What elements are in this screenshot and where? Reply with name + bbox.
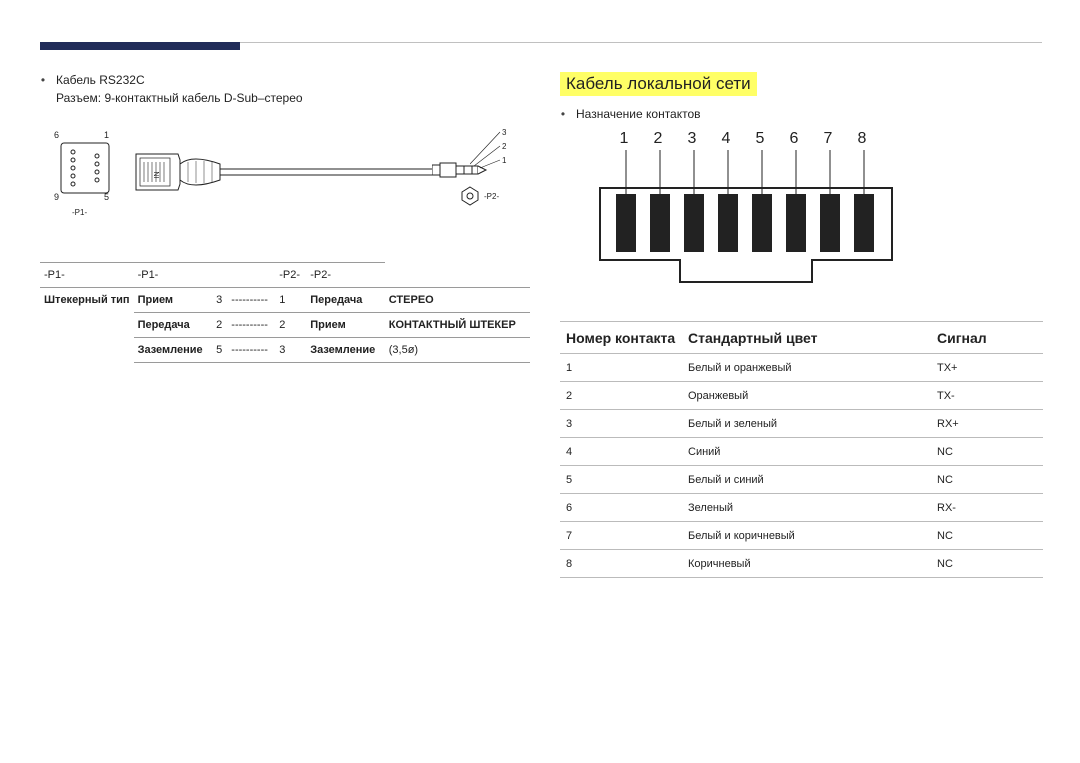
lan-cell: 2 — [560, 382, 682, 410]
jack-leader-lines-icon — [470, 130, 504, 170]
rs232-table: -P1- -P1- -P2- -P2- Штекерный тип Прием … — [40, 262, 530, 363]
lan-th-signal: Сигнал — [931, 322, 1043, 354]
lan-cell: NC — [931, 438, 1043, 466]
in-connector-icon: IN — [134, 152, 182, 192]
lan-cell: 7 — [560, 522, 682, 550]
lan-title: Кабель локальной сети — [560, 72, 757, 96]
lan-cell: Белый и оранжевый — [682, 354, 931, 382]
rs-cell: 3 — [212, 288, 227, 313]
rj-num: 3 — [675, 130, 709, 148]
rj-num: 4 — [709, 130, 743, 148]
rs-rowspan: Штекерный тип — [40, 288, 134, 363]
lan-row: 5Белый и синийNC — [560, 466, 1043, 494]
rs-cell: 2 — [212, 313, 227, 338]
rj45-icon — [576, 150, 916, 300]
rs-th-3 — [212, 263, 227, 288]
lan-cell: 5 — [560, 466, 682, 494]
rj-num: 6 — [777, 130, 811, 148]
p1-label-left: -P1- — [72, 208, 87, 217]
rs-cell: 5 — [212, 338, 227, 363]
bullet-dot-icon: • — [560, 106, 566, 122]
header-accent — [40, 42, 240, 50]
dsub-pin-1-label: 1 — [104, 130, 109, 140]
rs-row: Штекерный тип Прием 3 ---------- 1 Перед… — [40, 288, 530, 313]
lan-cell: NC — [931, 550, 1043, 578]
svg-text:IN: IN — [154, 172, 161, 179]
lan-th-color: Стандартный цвет — [682, 322, 931, 354]
lan-cell: TX+ — [931, 354, 1043, 382]
lan-cell: Оранжевый — [682, 382, 931, 410]
rs-cell: КОНТАКТНЫЙ ШТЕКЕР — [385, 313, 530, 338]
rs232-bullet: • Кабель RS232C — [40, 72, 530, 88]
rj45-diagram: 1 2 3 4 5 6 7 8 — [576, 136, 916, 303]
lan-row: 3Белый и зеленыйRX+ — [560, 410, 1043, 438]
lan-row: 2ОранжевыйTX- — [560, 382, 1043, 410]
rs-cell: 2 — [275, 313, 306, 338]
rs-cell: СТЕРЕО — [385, 288, 530, 313]
rj-num: 7 — [811, 130, 845, 148]
rs-cell: ---------- — [227, 288, 275, 313]
lan-bullet: • Назначение контактов — [560, 106, 1043, 122]
dsub-pin-6-label: 6 — [54, 130, 59, 140]
lan-cell: Белый и синий — [682, 466, 931, 494]
rs-cell: 1 — [275, 288, 306, 313]
rj-num: 2 — [641, 130, 675, 148]
lan-row: 7Белый и коричневыйNC — [560, 522, 1043, 550]
cable-icon — [180, 150, 440, 196]
lan-cell: Белый и зеленый — [682, 410, 931, 438]
p2-label-right: -P2- — [484, 192, 499, 201]
rs232-bullet-text: Кабель RS232C — [56, 72, 145, 88]
lan-cell: RX- — [931, 494, 1043, 522]
rs-cell: ---------- — [227, 338, 275, 363]
right-column: Кабель локальной сети • Назначение конта… — [560, 72, 1043, 578]
lan-cell: 4 — [560, 438, 682, 466]
bullet-dot-icon: • — [40, 72, 46, 88]
lan-th-pin: Номер контакта — [560, 322, 682, 354]
lan-cell: Синий — [682, 438, 931, 466]
rs-cell: Передача — [306, 288, 385, 313]
rs-th-1: -P1- — [40, 263, 134, 288]
rs-th-5: -P2- — [275, 263, 306, 288]
rs-cell: Прием — [134, 288, 213, 313]
rs232-diagram: 6 1 9 5 -P1- IN — [40, 116, 520, 246]
lan-cell: 6 — [560, 494, 682, 522]
rs-th-6: -P2- — [306, 263, 385, 288]
rs-th-4 — [227, 263, 275, 288]
lan-row: 4СинийNC — [560, 438, 1043, 466]
rj-num: 1 — [607, 130, 641, 148]
rs-cell: 3 — [275, 338, 306, 363]
left-column: • Кабель RS232C Разъем: 9-контактный каб… — [40, 72, 530, 363]
rs-cell: (3,5ø) — [385, 338, 530, 363]
hex-nut-icon — [460, 186, 480, 206]
lan-cell: 3 — [560, 410, 682, 438]
lan-cell: TX- — [931, 382, 1043, 410]
rs-cell: Передача — [134, 313, 213, 338]
dsub-pin-9-label: 9 — [54, 192, 59, 202]
rj-num: 5 — [743, 130, 777, 148]
lan-cell: RX+ — [931, 410, 1043, 438]
lan-bullet-text: Назначение контактов — [576, 106, 701, 122]
rs232-subtitle: Разъем: 9-контактный кабель D-Sub–стерео — [56, 90, 530, 106]
lan-row: 1Белый и оранжевыйTX+ — [560, 354, 1043, 382]
lan-row: 6ЗеленыйRX- — [560, 494, 1043, 522]
rs-cell: Заземление — [134, 338, 213, 363]
lan-cell: NC — [931, 466, 1043, 494]
lan-cell: Белый и коричневый — [682, 522, 931, 550]
lan-cell: Коричневый — [682, 550, 931, 578]
lan-row: 8КоричневыйNC — [560, 550, 1043, 578]
lan-cell: 8 — [560, 550, 682, 578]
lan-cell: 1 — [560, 354, 682, 382]
lan-table: Номер контакта Стандартный цвет Сигнал 1… — [560, 321, 1043, 578]
rs-cell: Прием — [306, 313, 385, 338]
lan-cell: NC — [931, 522, 1043, 550]
rs-cell: ---------- — [227, 313, 275, 338]
rs-cell: Заземление — [306, 338, 385, 363]
dsub-icon — [60, 142, 110, 194]
rj-num: 8 — [845, 130, 879, 148]
lan-cell: Зеленый — [682, 494, 931, 522]
rs-th-2: -P1- — [134, 263, 213, 288]
